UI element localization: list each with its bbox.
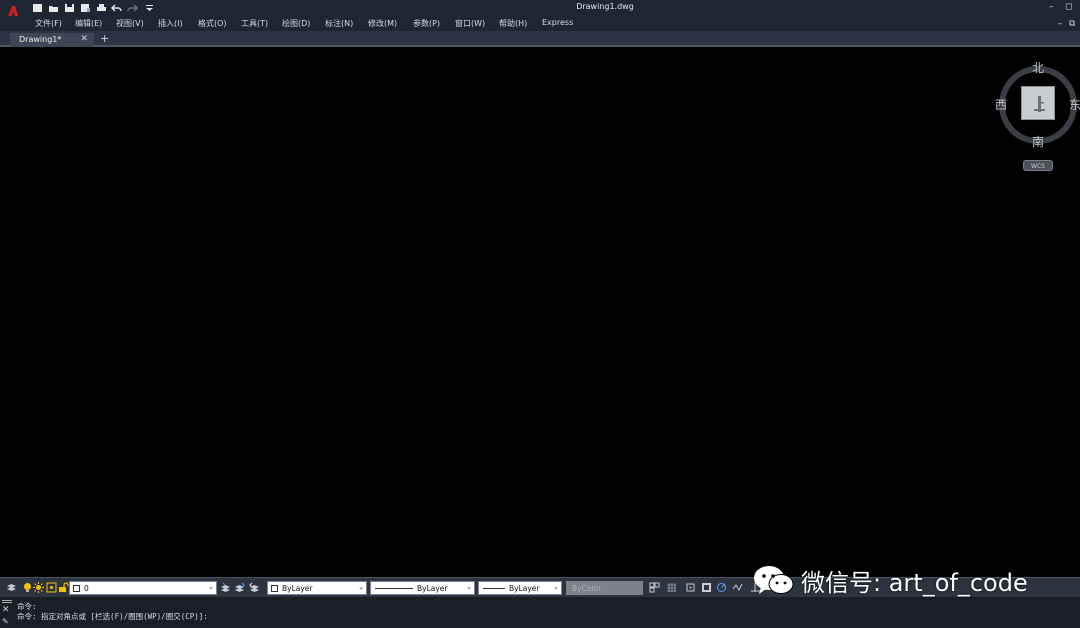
menu-bar: 文件(F) 编辑(E) 视图(V) 插入(I) 格式(O) 工具(T) 绘图(D…	[0, 16, 1080, 31]
layer-previous-icon[interactable]	[249, 582, 260, 593]
menu-help[interactable]: 帮助(H)	[499, 18, 527, 29]
tab-drawing1[interactable]: Drawing1* ✕	[10, 33, 94, 47]
plotstyle-dropdown: ByColor	[566, 581, 643, 595]
layer-name: 0	[84, 584, 89, 593]
compass-west[interactable]: 西	[995, 96, 1007, 113]
lineweight-dropdown[interactable]: ByLayer ⌄	[478, 581, 562, 595]
compass-south[interactable]: 南	[1032, 133, 1044, 150]
chevron-down-icon: ⌄	[553, 583, 559, 591]
make-current-layer-icon[interactable]	[220, 582, 231, 593]
chevron-down-icon: ⌄	[466, 583, 472, 591]
title-bar: Drawing1.dwg – ◻	[0, 0, 1080, 16]
minimize-button[interactable]: –	[1049, 2, 1054, 12]
drawing-minimize-button[interactable]: –	[1058, 19, 1063, 29]
layer-manager-icon[interactable]	[6, 582, 17, 593]
compass-east[interactable]: 东	[1069, 96, 1080, 113]
menu-edit[interactable]: 编辑(E)	[75, 18, 102, 29]
document-title: Drawing1.dwg	[576, 2, 634, 11]
viewport-freeze-icon[interactable]	[46, 582, 57, 593]
linetype-sample	[375, 588, 413, 589]
close-icon[interactable]: ✕	[2, 605, 10, 615]
menu-parametric[interactable]: 参数(P)	[413, 18, 440, 29]
linetype-dropdown[interactable]: ByLayer ⌄	[370, 581, 475, 595]
wechat-icon	[754, 566, 794, 594]
menu-draw[interactable]: 绘图(D)	[282, 18, 310, 29]
wcs-menu-button[interactable]: WCS	[1023, 160, 1053, 171]
viewcube-top-face[interactable]	[1021, 86, 1055, 120]
file-tab-bar: Drawing1* ✕ +	[0, 31, 1080, 47]
new-tab-button[interactable]: +	[100, 32, 109, 45]
chevron-down-icon: ⌄	[208, 583, 214, 591]
sun-icon[interactable]	[33, 582, 44, 593]
command-line-area[interactable]: ✕ ✎ 命令: 命令: 指定对角点或 [栏选(F)/圈围(WP)/圈交(CP)]…	[0, 597, 1080, 628]
menu-window[interactable]: 窗口(W)	[455, 18, 485, 29]
menu-format[interactable]: 格式(O)	[198, 18, 227, 29]
menu-modify[interactable]: 修改(M)	[368, 18, 397, 29]
menu-view[interactable]: 视图(V)	[116, 18, 144, 29]
wrench-icon[interactable]: ✎	[2, 617, 9, 626]
grip-handle-icon[interactable]	[2, 600, 12, 603]
top-face-glyph-icon	[1034, 96, 1045, 112]
command-prompt-line: 命令: 指定对角点或 [栏选(F)/圈围(WP)/圈交(CP)]:	[17, 612, 208, 621]
color-value: ByLayer	[282, 584, 313, 593]
snap-icon[interactable]	[685, 582, 696, 593]
layer-dropdown[interactable]: 0 ⌄	[69, 581, 217, 595]
osnap-icon[interactable]	[732, 582, 743, 593]
watermark: 微信号: art_of_code	[751, 560, 1028, 600]
polar-icon[interactable]	[716, 582, 727, 593]
color-swatch	[271, 585, 278, 592]
menu-express[interactable]: Express	[542, 18, 573, 27]
lineweight-value: ByLayer	[509, 584, 540, 593]
tab-label: Drawing1*	[19, 35, 62, 44]
drawing-restore-button[interactable]: ⧉	[1069, 19, 1075, 29]
model-space-icon[interactable]	[649, 582, 660, 593]
menu-dimension[interactable]: 标注(N)	[325, 18, 353, 29]
drawing-canvas[interactable]	[0, 49, 1080, 576]
linetype-value: ByLayer	[417, 584, 448, 593]
watermark-text: 微信号: art_of_code	[801, 568, 1028, 597]
color-dropdown[interactable]: ByLayer ⌄	[267, 581, 367, 595]
menu-insert[interactable]: 插入(I)	[158, 18, 183, 29]
layer-color-swatch	[73, 585, 80, 592]
menu-file[interactable]: 文件(F)	[35, 18, 62, 29]
compass-north[interactable]: 北	[1032, 59, 1044, 76]
lightbulb-icon[interactable]	[22, 582, 33, 593]
restore-button[interactable]: ◻	[1065, 2, 1072, 12]
viewcube[interactable]: 北 南 东 西 WCS	[995, 61, 1080, 174]
ortho-icon[interactable]	[701, 582, 712, 593]
menu-tools[interactable]: 工具(T)	[241, 18, 268, 29]
unlock-icon[interactable]	[58, 582, 69, 593]
match-layer-icon[interactable]	[234, 582, 245, 593]
grid-icon[interactable]	[666, 582, 677, 593]
chevron-down-icon: ⌄	[358, 583, 364, 591]
plotstyle-value: ByColor	[572, 584, 602, 593]
close-icon[interactable]: ✕	[80, 34, 88, 44]
lineweight-sample	[483, 588, 505, 589]
